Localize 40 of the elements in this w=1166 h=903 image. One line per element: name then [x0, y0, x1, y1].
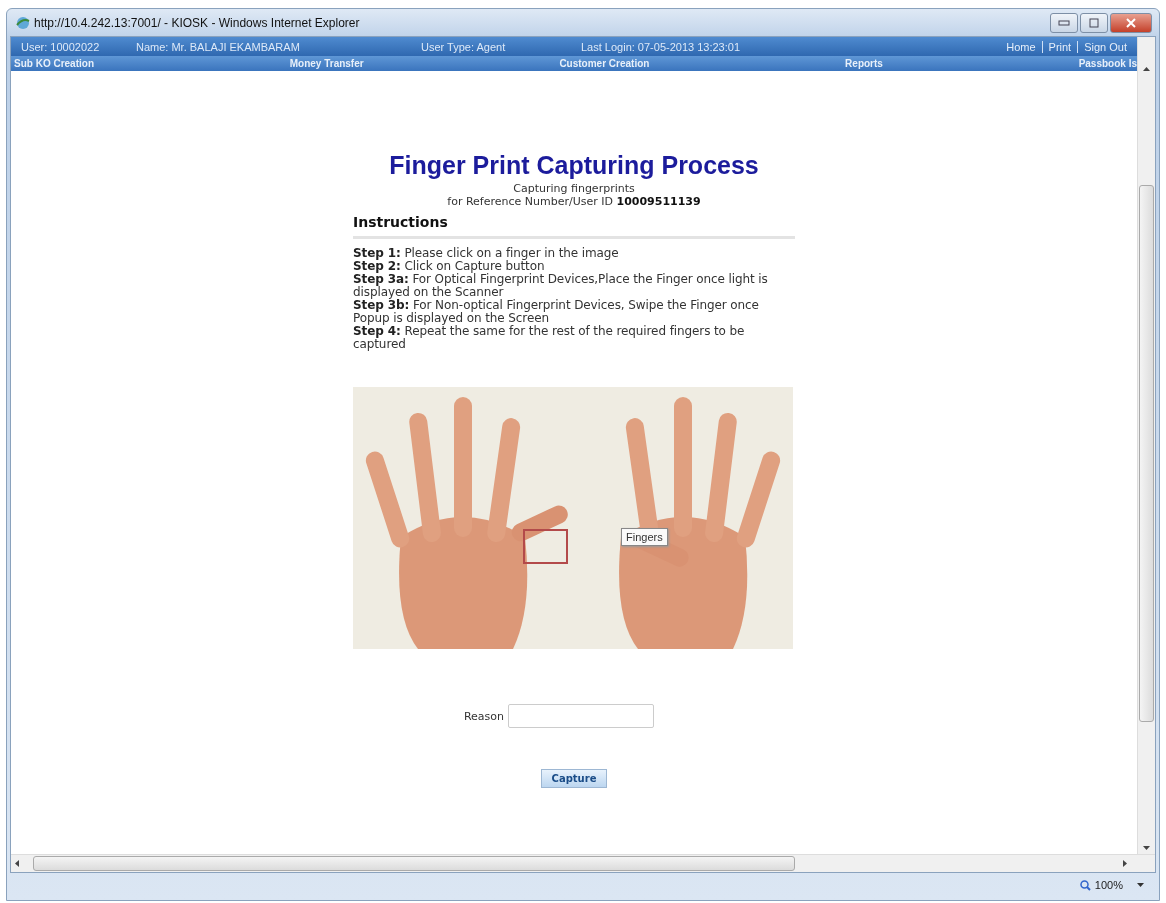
user-info-text: Last Login: 07-05-2013 13:23:01	[581, 40, 741, 53]
header-link[interactable]: Sign Out	[1077, 40, 1133, 53]
maximize-icon	[1089, 17, 1099, 28]
nav-item[interactable]: Sub KO Creation	[14, 58, 94, 69]
header-link[interactable]: Home	[1000, 40, 1042, 53]
zoom-icon[interactable]	[1079, 879, 1091, 891]
reason-field[interactable]	[508, 704, 655, 728]
minimize-button[interactable]	[1050, 12, 1078, 33]
header-link[interactable]: Print	[1041, 40, 1078, 53]
scroll-right-icon[interactable]	[1123, 860, 1127, 867]
page-title: Finger Print Capturing Process	[388, 151, 760, 180]
dropdown-caret-icon[interactable]	[1137, 883, 1144, 887]
user-info-text: User Type: Agent	[421, 40, 507, 53]
instruction-step: Step 3b: For Non-optical Fingerprint Devices, Swipe the Finger once Popup is displayed on the Screen	[353, 299, 795, 325]
instruction-step: Step 2: Click on Capture button	[353, 260, 795, 273]
nav-item[interactable]: Passbook Is	[1078, 58, 1137, 69]
close-icon	[1126, 17, 1136, 28]
minimize-icon	[1058, 19, 1070, 26]
maximize-button[interactable]	[1080, 12, 1108, 33]
scroll-down-icon[interactable]	[1143, 846, 1150, 850]
nav-item[interactable]: Customer Creation	[559, 58, 650, 69]
nav-item[interactable]: Money Transfer	[289, 58, 364, 69]
zoom-level[interactable]: 100%	[1094, 879, 1123, 891]
scroll-up-icon[interactable]	[1143, 67, 1150, 71]
instruction-step: Step 4: Repeat the same for the rest of the required fingers to be captured	[353, 325, 795, 351]
page-subtitle: Capturing fingerprints	[512, 182, 636, 195]
reason-label: Reason	[463, 709, 505, 723]
tooltip: Fingers	[621, 528, 668, 546]
instructions-heading: Instructions	[353, 214, 795, 239]
capture-button[interactable]: Capture	[540, 769, 608, 788]
instruction-step: Step 3a: For Optical Fingerprint Devices,Place the Finger once light is displayed on the Scanner	[353, 273, 795, 299]
reference-text: for Reference Number/User ID 10009511139	[446, 195, 702, 208]
user-info-text: User: 10002022	[21, 40, 101, 53]
user-info-text: Name: Mr. BALAJI EKAMBARAM	[136, 40, 301, 53]
instruction-step: Step 1: Please click on a finger in the image	[353, 247, 795, 260]
scroll-left-icon[interactable]	[15, 860, 19, 867]
browser-icon	[16, 15, 30, 30]
close-button[interactable]	[1110, 12, 1152, 33]
nav-item[interactable]: Reports	[845, 58, 883, 69]
window-title: http://10.4.242.13:7001/ - KIOSK - Windows Internet Explorer	[34, 15, 360, 30]
